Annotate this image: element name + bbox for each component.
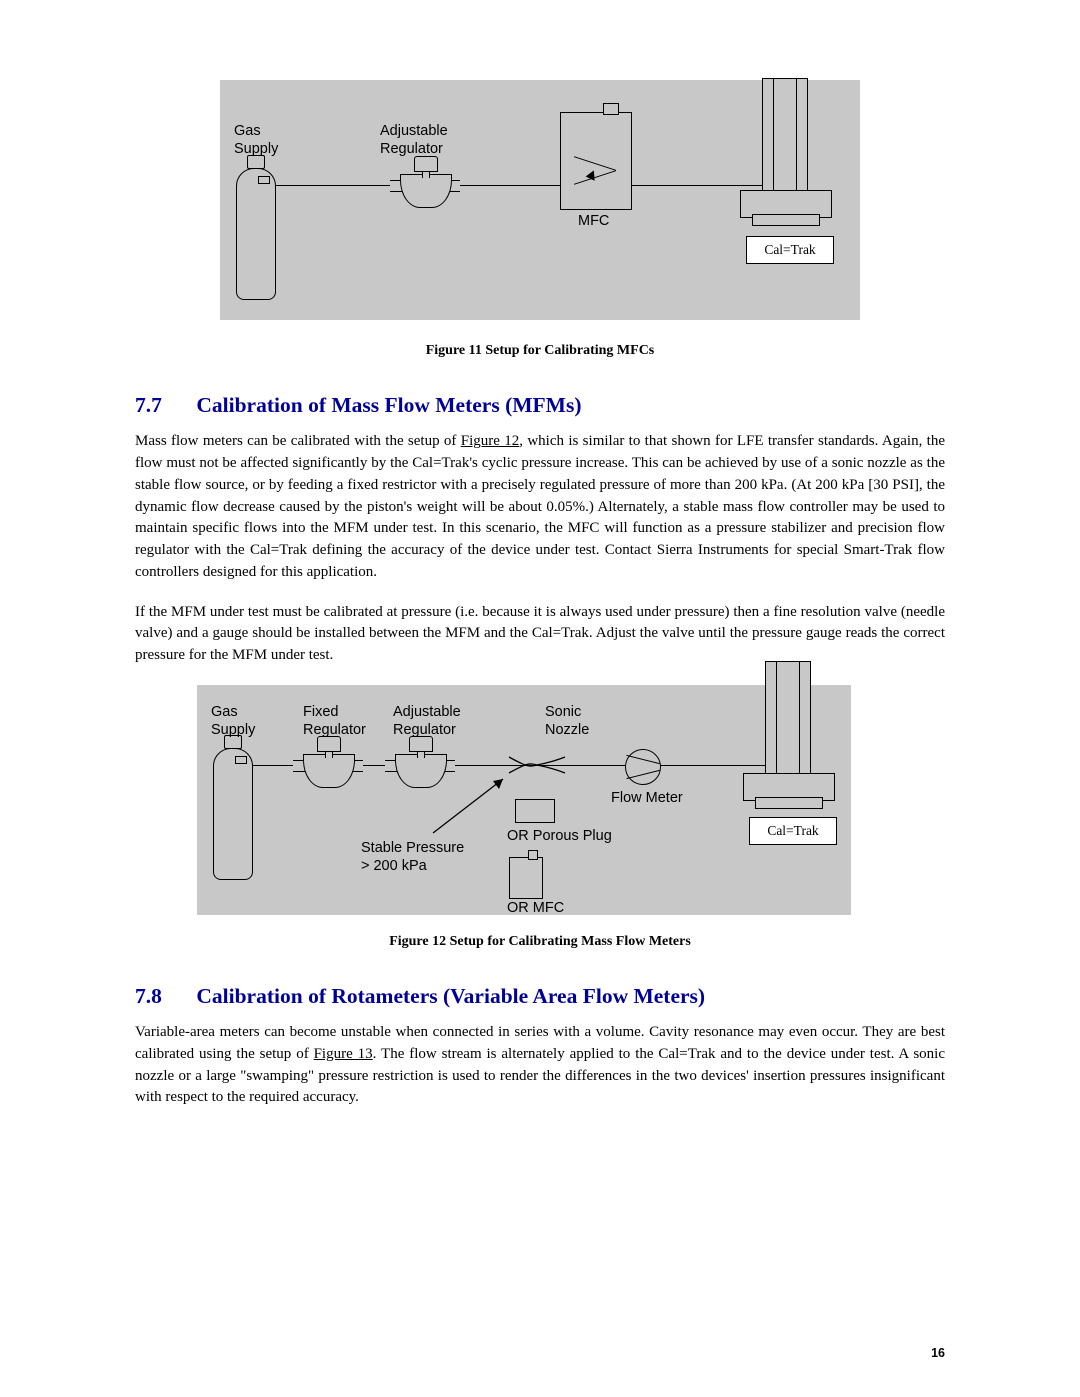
figure-11-caption: Figure 11 Setup for Calibrating MFCs: [135, 340, 945, 361]
sonic-nozzle-label: SonicNozzle: [545, 703, 589, 739]
gas-cylinder-icon: [236, 168, 276, 300]
or-mfc-label: OR MFC: [507, 899, 564, 917]
section-7-7-paragraph-1: Mass flow meters can be calibrated with …: [135, 431, 945, 583]
or-porous-plug-label: OR Porous Plug: [507, 827, 612, 845]
section-7-7-paragraph-2: If the MFM under test must be calibrated…: [135, 602, 945, 667]
adjustable-regulator-icon: [390, 162, 460, 207]
figure-13-link[interactable]: Figure 13: [314, 1046, 373, 1062]
gas-cylinder-icon: [213, 748, 253, 880]
caltrak-label: Cal=Trak: [746, 236, 834, 264]
porous-plug-icon: [515, 799, 555, 823]
adjustable-regulator-label: AdjustableRegulator: [380, 122, 448, 158]
section-7-8-heading: 7.8 Calibration of Rotameters (Variable …: [135, 980, 945, 1012]
figure-11-diagram: Cal=Trak GasSupply AdjustableRegulator M…: [220, 80, 860, 320]
section-7-7-number: 7.7: [135, 389, 191, 421]
section-7-8-title: Calibration of Rotameters (Variable Area…: [196, 984, 705, 1008]
flow-line: [255, 185, 805, 186]
figure-12-diagram: Cal=Trak GasSupply FixedRegulator Adjust…: [197, 685, 851, 915]
caltrak-device-icon: [743, 661, 833, 826]
section-7-7-heading: 7.7 Calibration of Mass Flow Meters (MFM…: [135, 389, 945, 421]
gas-supply-label: GasSupply: [211, 703, 255, 739]
sonic-nozzle-icon: [507, 751, 567, 779]
or-mfc-icon: [509, 857, 543, 899]
section-7-7-title: Calibration of Mass Flow Meters (MFMs): [196, 393, 581, 417]
page-number: 16: [931, 1344, 945, 1363]
gas-cylinder-valve-icon: [258, 176, 270, 184]
gas-supply-label: GasSupply: [234, 122, 278, 158]
section-7-8-number: 7.8: [135, 980, 191, 1012]
caltrak-device-icon: [740, 78, 830, 243]
figure-12-link[interactable]: Figure 12: [461, 433, 520, 449]
flow-meter-label: Flow Meter: [611, 789, 683, 807]
mfc-label: MFC: [578, 212, 609, 230]
flow-meter-icon: [625, 749, 661, 785]
section-7-8-paragraph-1: Variable-area meters can become unstable…: [135, 1022, 945, 1109]
stable-pressure-label: Stable Pressure> 200 kPa: [361, 839, 464, 875]
fixed-regulator-label: FixedRegulator: [303, 703, 366, 739]
caltrak-label: Cal=Trak: [749, 817, 837, 845]
adjustable-regulator-label: AdjustableRegulator: [393, 703, 461, 739]
pressure-arrow-icon: [425, 775, 515, 835]
gas-cylinder-valve-icon: [235, 756, 247, 764]
mfc-icon: [560, 112, 632, 210]
figure-12-caption: Figure 12 Setup for Calibrating Mass Flo…: [135, 931, 945, 952]
fixed-regulator-icon: [293, 742, 363, 787]
